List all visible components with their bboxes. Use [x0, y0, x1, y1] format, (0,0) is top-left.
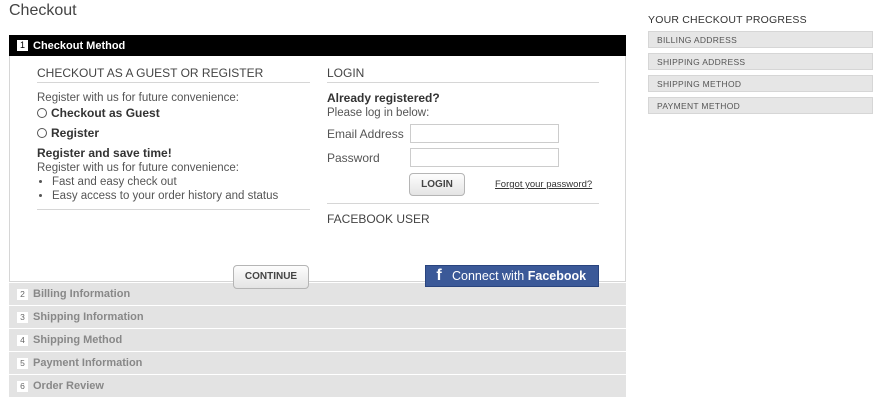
fb-brand: Facebook [527, 269, 587, 283]
progress-title: YOUR CHECKOUT PROGRESS [648, 14, 807, 26]
step-number: 5 [17, 357, 28, 369]
fb-connect-prefix: Connect with [452, 269, 525, 283]
register-radio[interactable] [37, 128, 47, 138]
checkout-steps: 1 Checkout Method CHECKOUT AS A GUEST OR… [9, 35, 626, 397]
login-actions: LOGIN Forgot your password? [327, 173, 599, 199]
divider [37, 203, 310, 210]
save-time-heading: Register and save time! [37, 146, 172, 160]
password-label: Password [327, 150, 380, 165]
guest-option[interactable]: Checkout as Guest [37, 105, 310, 121]
step-shipping-method[interactable]: 4 Shipping Method [9, 328, 626, 351]
step-number: 6 [17, 380, 28, 392]
guest-radio[interactable] [37, 108, 47, 118]
login-column: LOGIN Already registered? Please log in … [327, 66, 599, 236]
login-button[interactable]: LOGIN [409, 173, 465, 196]
checkout-method-panel: CHECKOUT AS A GUEST OR REGISTER Register… [9, 56, 626, 289]
step-order-review[interactable]: 6 Order Review [9, 374, 626, 397]
progress-payment-method: PAYMENT METHOD [648, 97, 873, 114]
step-number: 1 [17, 40, 28, 51]
email-row: Email Address [327, 124, 599, 143]
step-title: Checkout Method [33, 39, 126, 52]
step-number: 3 [17, 311, 28, 323]
guest-register-column: CHECKOUT AS A GUEST OR REGISTER Register… [37, 66, 310, 210]
step-number: 2 [17, 288, 28, 300]
guest-register-heading: CHECKOUT AS A GUEST OR REGISTER [37, 66, 310, 83]
register-option-label: Register [51, 126, 100, 140]
already-registered: Already registered? [327, 91, 440, 105]
progress-shipping-method: SHIPPING METHOD [648, 75, 873, 92]
please-log-in: Please log in below: [327, 107, 430, 119]
login-heading: LOGIN [327, 66, 599, 83]
facebook-icon: f [436, 267, 442, 284]
progress-shipping-address: SHIPPING ADDRESS [648, 53, 873, 70]
facebook-connect-button[interactable]: f Connect with Facebook [425, 265, 599, 287]
guest-option-label: Checkout as Guest [51, 106, 160, 120]
page-title: Checkout [9, 2, 77, 19]
register-intro: Register with us for future convenience: [37, 92, 239, 104]
register-option[interactable]: Register [37, 125, 310, 141]
benefit-item: Easy access to your order history and st… [52, 189, 310, 203]
step-title: Order Review [33, 380, 104, 392]
email-label: Email Address [327, 126, 404, 141]
password-row: Password [327, 148, 599, 167]
step-title: Payment Information [33, 357, 143, 369]
benefit-item: Fast and easy check out [52, 175, 310, 189]
benefits-list: Fast and easy check out Easy access to y… [37, 175, 310, 203]
continue-button[interactable]: CONTINUE [233, 265, 309, 289]
step-checkout-method-header[interactable]: 1 Checkout Method [9, 35, 626, 56]
step-title: Shipping Method [33, 334, 123, 346]
forgot-password-link[interactable]: Forgot your password? [495, 179, 592, 190]
checkout-progress-sidebar: YOUR CHECKOUT PROGRESS BILLING ADDRESS S… [648, 14, 873, 119]
step-number: 4 [17, 334, 28, 346]
step-payment-information[interactable]: 5 Payment Information [9, 351, 626, 374]
register-intro-2: Register with us for future convenience: [37, 162, 239, 174]
progress-billing-address: BILLING ADDRESS [648, 31, 873, 48]
email-field[interactable] [410, 124, 559, 143]
password-field[interactable] [410, 148, 559, 167]
step-title: Shipping Information [33, 311, 144, 323]
step-title: Billing Information [33, 288, 131, 300]
step-shipping-information[interactable]: 3 Shipping Information [9, 305, 626, 328]
facebook-heading: FACEBOOK USER [327, 203, 599, 228]
